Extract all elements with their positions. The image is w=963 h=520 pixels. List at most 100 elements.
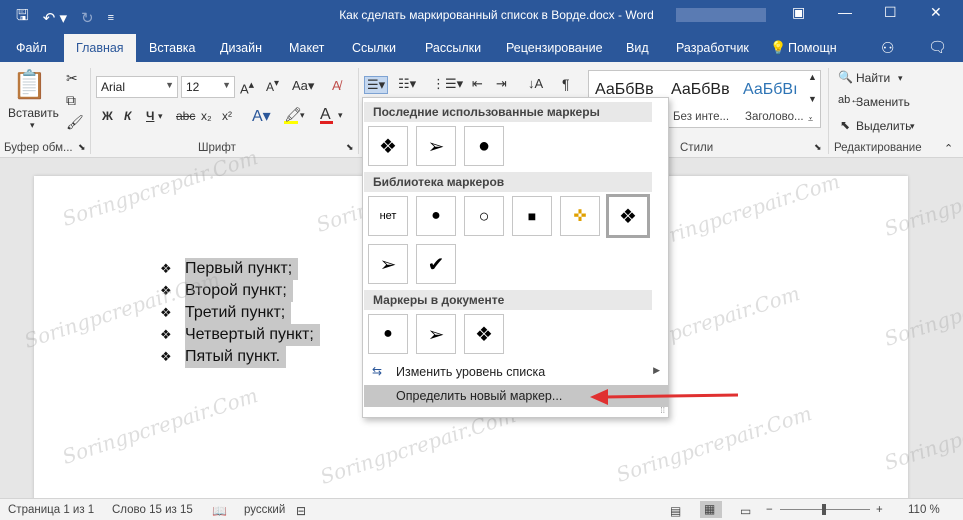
bullet-option-arrowhead[interactable]: ➢ xyxy=(368,244,408,284)
change-case-icon[interactable]: Aa▾ xyxy=(292,78,314,94)
find-dropdown-icon[interactable]: ▾ xyxy=(898,73,903,84)
bullet-option-circle[interactable]: ○ xyxy=(464,196,504,236)
styles-scroll-up-icon[interactable]: ▲ xyxy=(808,72,817,82)
list-item-text[interactable]: Второй пункт; xyxy=(185,280,293,302)
paste-icon[interactable]: 📋 xyxy=(12,68,47,101)
bullet-option-diamond-selected[interactable]: ❖ xyxy=(606,194,650,238)
list-item[interactable]: ❖ Первый пункт; xyxy=(160,258,320,280)
text-effects-icon[interactable]: A▾ xyxy=(252,106,271,126)
shrink-font-icon[interactable]: A▾ xyxy=(266,78,279,94)
page-count[interactable]: Страница 1 из 1 xyxy=(8,504,94,516)
list-item[interactable]: ❖ Четвертый пункт; xyxy=(160,324,320,346)
find-icon[interactable]: 🔍 xyxy=(838,70,853,84)
show-marks-icon[interactable]: ¶ xyxy=(562,76,570,92)
clipboard-launcher-icon[interactable]: ⬊ xyxy=(78,142,86,153)
styles-launcher-icon[interactable]: ⬊ xyxy=(814,142,822,153)
bold-button[interactable]: Ж xyxy=(102,109,113,123)
zoom-slider-thumb[interactable] xyxy=(822,504,826,515)
list-item[interactable]: ❖ Второй пункт; xyxy=(160,280,320,302)
grow-font-icon[interactable]: A▴ xyxy=(240,78,254,96)
language[interactable]: русский xyxy=(244,504,285,516)
comment-icon[interactable]: 🗨 xyxy=(928,38,947,56)
bullet-option-crosshair[interactable]: ✜ xyxy=(560,196,600,236)
collapse-ribbon-icon[interactable]: ⌃ xyxy=(944,142,953,155)
tab-view[interactable]: Вид xyxy=(626,41,649,55)
bullet-option-arrowhead[interactable]: ➢ xyxy=(416,314,456,354)
select-dropdown-icon[interactable]: ▾ xyxy=(910,121,915,132)
proofing-icon[interactable]: 📖 xyxy=(212,504,227,518)
font-launcher-icon[interactable]: ⬊ xyxy=(346,142,354,153)
underline-dropdown-icon[interactable]: ▾ xyxy=(158,111,163,122)
bullet-option-dot[interactable]: ● xyxy=(368,314,408,354)
decrease-indent-icon[interactable]: ⇤ xyxy=(472,76,483,92)
italic-button[interactable]: К xyxy=(124,109,131,123)
zoom-level[interactable]: 110 % xyxy=(908,504,940,516)
cut-icon[interactable]: ✂ xyxy=(66,70,78,87)
share-user-icon[interactable]: ⚇ xyxy=(881,39,894,57)
tab-design[interactable]: Дизайн xyxy=(220,41,262,55)
chevron-down-icon[interactable]: ▼ xyxy=(222,80,231,90)
multilevel-list-button[interactable]: ⋮☰▾ xyxy=(432,76,463,92)
tab-developer[interactable]: Разработчик xyxy=(676,41,749,55)
tab-mailings[interactable]: Рассылки xyxy=(425,41,481,55)
tab-file[interactable]: Файл xyxy=(16,41,47,55)
bullet-option-none[interactable]: нет xyxy=(368,196,408,236)
style-heading[interactable]: АаБбВı Заголово... xyxy=(739,71,809,127)
list-item[interactable]: ❖ Пятый пункт. xyxy=(160,346,320,368)
chevron-down-icon[interactable]: ▼ xyxy=(165,80,174,90)
zoom-out-icon[interactable]: − xyxy=(766,504,773,516)
replace-button[interactable]: Заменить xyxy=(856,95,910,109)
select-button[interactable]: Выделить xyxy=(856,119,911,133)
tab-review[interactable]: Рецензирование xyxy=(506,41,603,55)
list-item[interactable]: ❖ Третий пункт; xyxy=(160,302,320,324)
bullet-option-checkmark[interactable]: ✔ xyxy=(416,244,456,284)
list-item-text[interactable]: Четвертый пункт; xyxy=(185,324,320,346)
bullet-option-diamond[interactable]: ❖ xyxy=(368,126,408,166)
bullet-option-square[interactable]: ■ xyxy=(512,196,552,236)
select-icon[interactable]: ⬉ xyxy=(840,118,850,132)
macro-record-icon[interactable]: ⊟ xyxy=(296,504,306,518)
ribbon-display-options-icon[interactable]: ▣ xyxy=(792,4,805,21)
increase-indent-icon[interactable]: ⇥ xyxy=(496,76,507,92)
highlight-dropdown-icon[interactable]: ▾ xyxy=(300,110,305,121)
list-item-text[interactable]: Третий пункт; xyxy=(185,302,292,324)
bullet-option-dot[interactable]: ● xyxy=(416,196,456,236)
paste-button[interactable]: Вставить xyxy=(8,106,59,120)
minimize-icon[interactable]: — xyxy=(838,4,852,20)
bullet-option-dot[interactable]: ● xyxy=(464,126,504,166)
close-icon[interactable]: ✕ xyxy=(930,4,942,21)
bullet-option-diamond[interactable]: ❖ xyxy=(464,314,504,354)
paste-dropdown-icon[interactable]: ▾ xyxy=(30,120,35,131)
subscript-button[interactable]: x₂ xyxy=(201,109,212,123)
print-layout-icon[interactable]: ▦ xyxy=(700,501,722,518)
font-size-combo[interactable]: 12 ▼ xyxy=(181,76,235,98)
zoom-in-icon[interactable]: + xyxy=(876,504,883,516)
underline-button[interactable]: Ч xyxy=(146,109,154,123)
tell-me-search[interactable]: Помощн xyxy=(788,41,837,55)
web-layout-icon[interactable]: ▭ xyxy=(740,504,751,518)
tab-references[interactable]: Ссылки xyxy=(352,41,396,55)
format-painter-icon[interactable]: 🖌 xyxy=(66,114,84,131)
list-item-text[interactable]: Первый пункт; xyxy=(185,258,299,280)
style-no-spacing[interactable]: АаБбВв Без инте... xyxy=(667,71,737,127)
tab-home[interactable]: Главная xyxy=(64,34,136,62)
change-list-level-item[interactable]: ⇆ Изменить уровень списка ▶ xyxy=(364,361,668,383)
read-mode-icon[interactable]: ▤ xyxy=(670,504,681,518)
bullet-option-arrowhead[interactable]: ➢ xyxy=(416,126,456,166)
find-button[interactable]: Найти xyxy=(856,71,890,85)
sort-icon[interactable]: ↓A xyxy=(528,76,543,91)
bullet-list[interactable]: ❖ Первый пункт; ❖ Второй пункт; ❖ Третий пу… xyxy=(160,258,320,368)
strikethrough-button[interactable]: abc xyxy=(176,109,195,123)
clear-formatting-icon[interactable]: A̸ xyxy=(332,78,341,93)
font-color-dropdown-icon[interactable]: ▾ xyxy=(338,110,343,121)
numbering-button[interactable]: ☷▾ xyxy=(398,76,416,92)
resize-grip-icon[interactable]: ⁞⁞ xyxy=(661,406,665,415)
styles-scroll-down-icon[interactable]: ▼ xyxy=(808,94,817,104)
tab-insert[interactable]: Вставка xyxy=(149,41,195,55)
word-count[interactable]: Слово 15 из 15 xyxy=(112,504,193,516)
font-color-icon[interactable]: A xyxy=(320,106,333,124)
lightbulb-icon[interactable]: 💡 xyxy=(770,40,786,56)
maximize-icon[interactable]: ☐ xyxy=(884,4,897,21)
list-item-text[interactable]: Пятый пункт. xyxy=(185,346,287,368)
styles-more-icon[interactable]: ⩡ xyxy=(808,114,813,125)
